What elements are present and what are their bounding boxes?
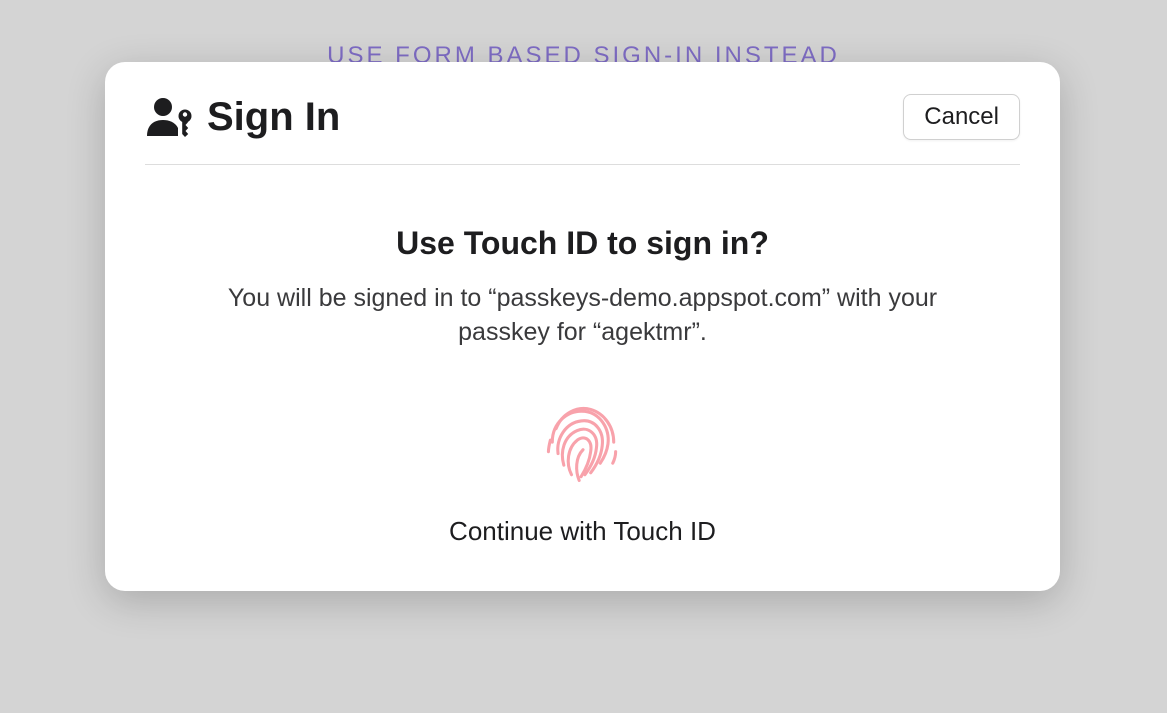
modal-title: Sign In: [207, 95, 340, 140]
passkey-icon: [145, 96, 197, 138]
modal-header: Sign In Cancel: [145, 94, 1020, 165]
prompt-title: Use Touch ID to sign in?: [145, 225, 1020, 262]
fingerprint-icon[interactable]: [145, 396, 1020, 492]
continue-touchid-label: Continue with Touch ID: [145, 516, 1020, 547]
signin-modal: Sign In Cancel Use Touch ID to sign in? …: [105, 62, 1060, 591]
modal-title-wrap: Sign In: [145, 95, 340, 140]
cancel-button[interactable]: Cancel: [903, 94, 1020, 140]
prompt-description: You will be signed in to “passkeys-demo.…: [203, 282, 963, 350]
modal-body: Use Touch ID to sign in? You will be sig…: [145, 165, 1020, 547]
